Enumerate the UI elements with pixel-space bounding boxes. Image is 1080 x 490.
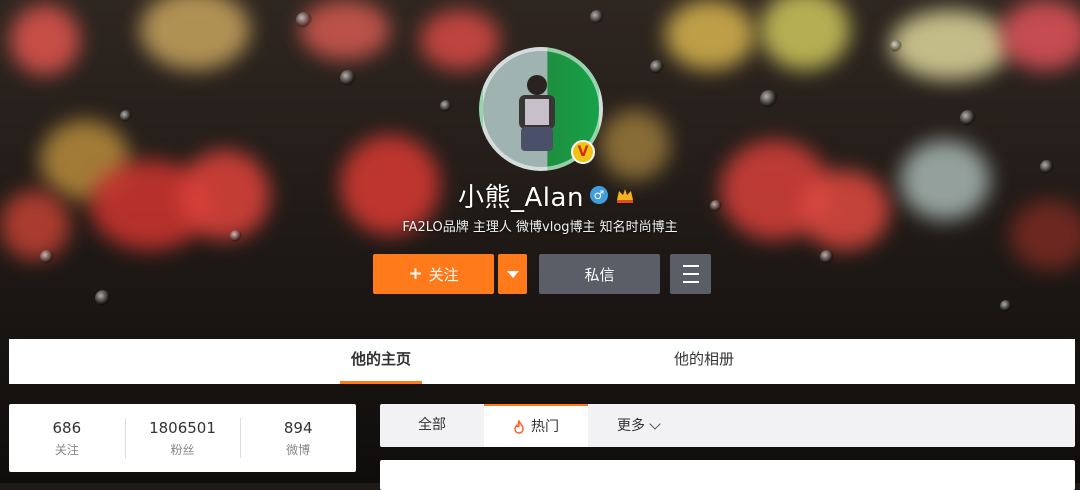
message-button[interactable]: 私信 bbox=[539, 254, 660, 294]
profile-bio: FA2LO品牌 主理人 微博vlog博主 知名时尚博主 bbox=[402, 220, 678, 235]
profile-name: 小熊_Alan bbox=[458, 182, 584, 213]
stat-label: 微博 bbox=[286, 442, 311, 457]
stat-label: 粉丝 bbox=[170, 442, 195, 457]
stat-value: 894 bbox=[283, 418, 313, 437]
flame-icon bbox=[514, 419, 524, 434]
profile-name-row: 小熊_Alan ♂ bbox=[458, 176, 636, 214]
stats-card: 686 关注 1806501 粉丝 894 微博 bbox=[9, 404, 356, 472]
chevron-down-icon bbox=[649, 417, 661, 430]
male-gender-icon: ♂ bbox=[589, 186, 608, 204]
stat-posts[interactable]: 894 微博 bbox=[240, 404, 356, 472]
stat-following[interactable]: 686 关注 bbox=[9, 404, 125, 472]
filter-hot[interactable]: 热门 bbox=[484, 404, 588, 447]
follow-button[interactable]: + 关注 bbox=[373, 254, 494, 294]
plus-icon: + bbox=[408, 264, 423, 284]
more-menu-button[interactable] bbox=[670, 254, 711, 294]
verified-badge-icon: V bbox=[571, 140, 595, 164]
tab-home[interactable]: 他的主页 bbox=[340, 339, 422, 384]
vip-crown-icon[interactable] bbox=[614, 184, 636, 206]
tab-album[interactable]: 他的相册 bbox=[659, 339, 749, 384]
profile-tabs: 他的主页 他的相册 bbox=[9, 339, 1075, 384]
filter-more-label: 更多 bbox=[617, 417, 645, 434]
message-label: 私信 bbox=[584, 265, 615, 284]
filter-hot-label: 热门 bbox=[531, 418, 559, 435]
filter-more[interactable]: 更多 bbox=[598, 404, 678, 447]
stat-label: 关注 bbox=[54, 442, 79, 457]
avatar-photo bbox=[519, 75, 555, 151]
stat-followers[interactable]: 1806501 粉丝 bbox=[124, 404, 241, 472]
menu-icon bbox=[682, 265, 699, 267]
feed-filter-bar: 全部 热门 更多 bbox=[380, 404, 1075, 447]
chevron-down-icon bbox=[506, 270, 519, 278]
filter-all[interactable]: 全部 bbox=[380, 404, 484, 447]
stat-value: 686 bbox=[52, 418, 82, 437]
stat-value: 1806501 bbox=[149, 418, 216, 437]
follow-label: 关注 bbox=[428, 265, 459, 284]
follow-options-button[interactable] bbox=[498, 254, 527, 294]
feed-card bbox=[380, 460, 1075, 490]
